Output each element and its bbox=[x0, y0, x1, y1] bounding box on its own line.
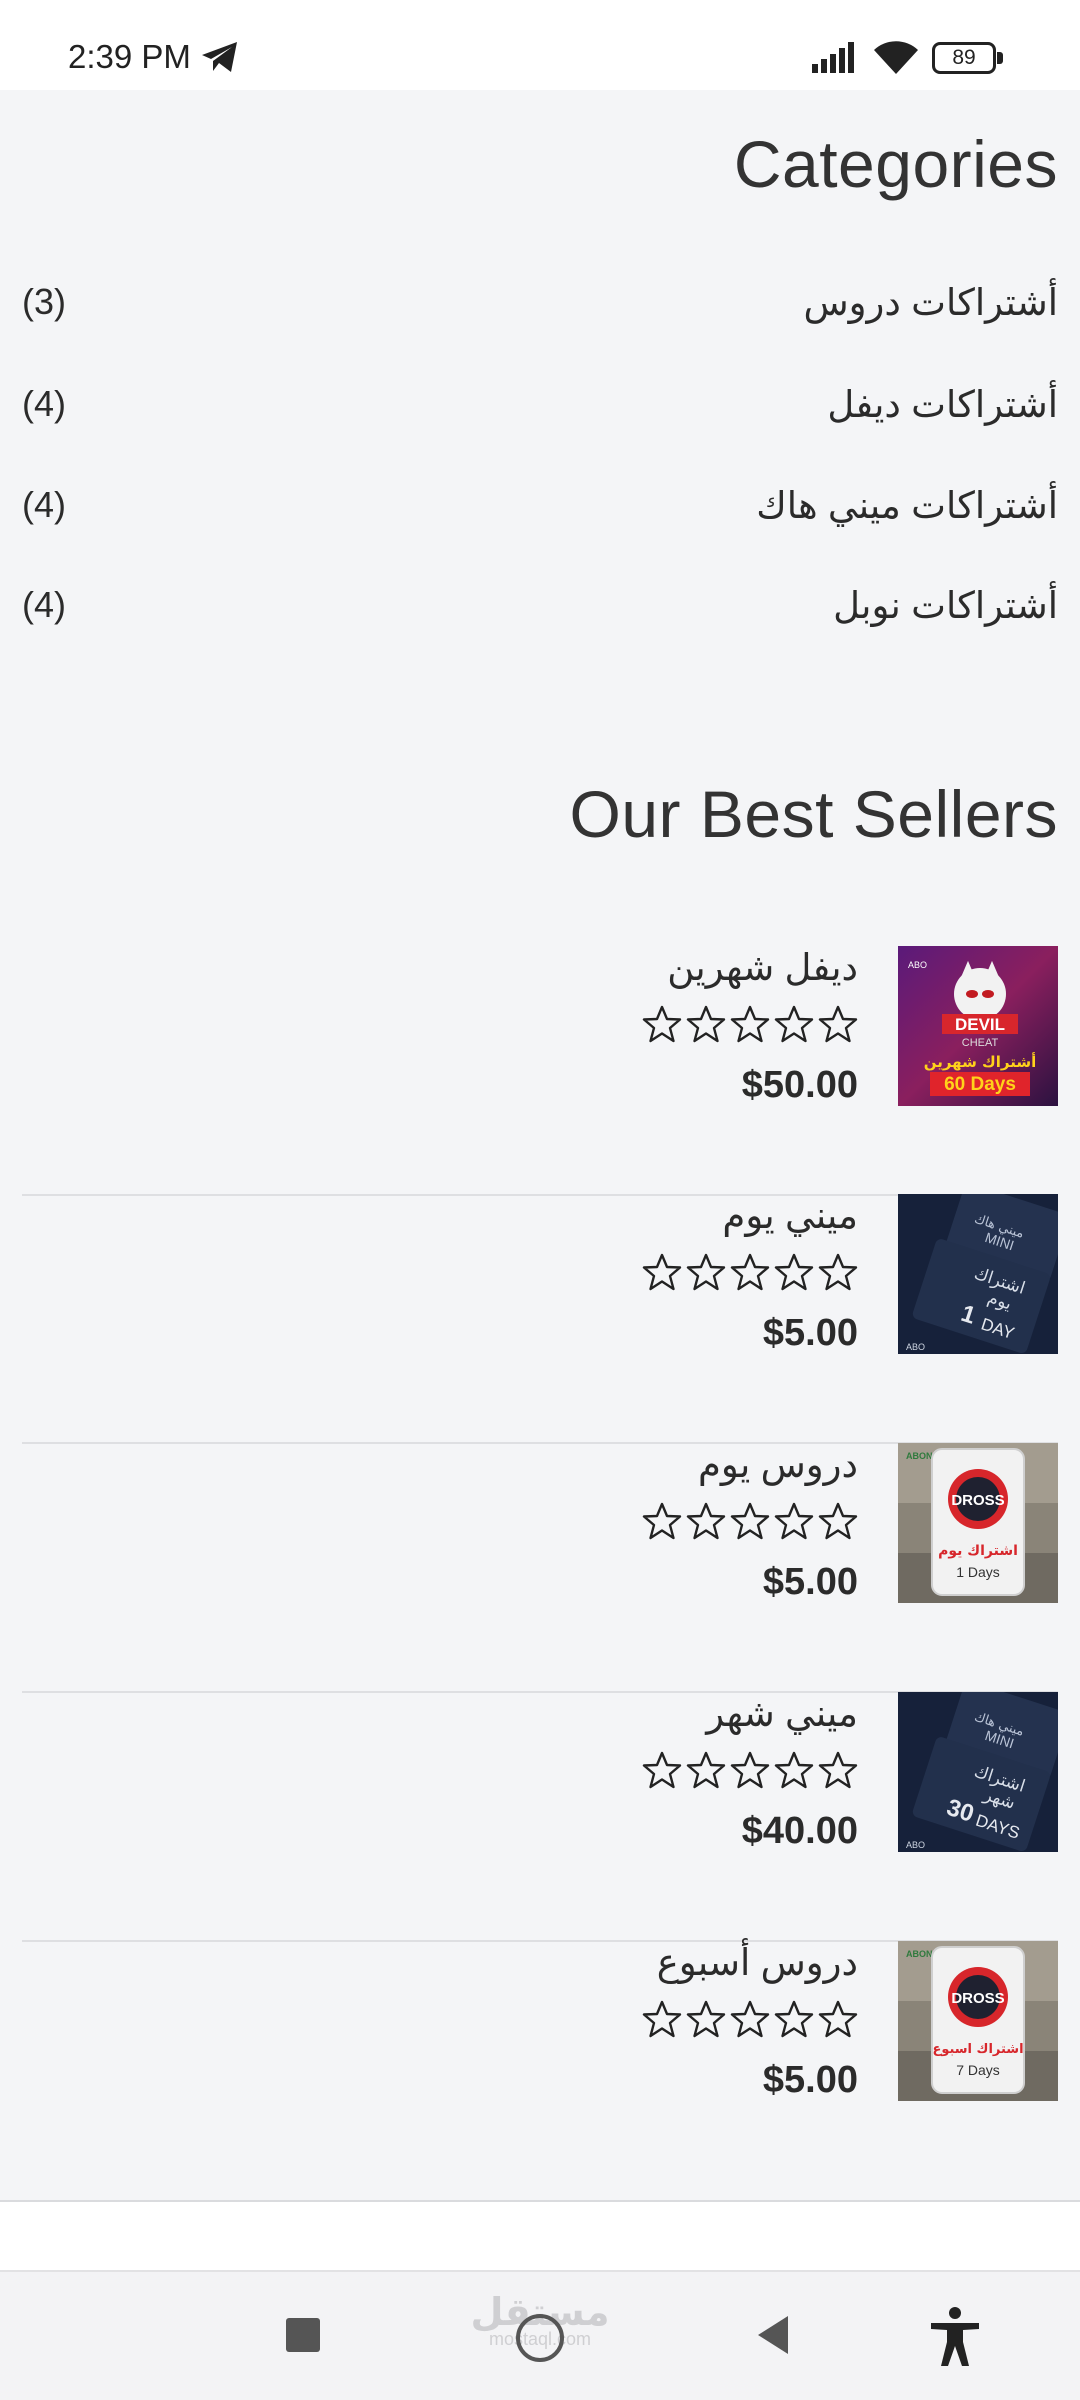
star-outline-icon bbox=[642, 1005, 682, 1043]
product-thumbnail[interactable]: ABO DEVIL CHEAT أشتراك شهرين 60 Days bbox=[898, 946, 1058, 1106]
svg-text:ABO: ABO bbox=[906, 1342, 925, 1352]
category-item[interactable]: أشتراكات نوبل (4) bbox=[22, 584, 1058, 644]
rating-stars bbox=[642, 1501, 858, 1551]
category-item[interactable]: أشتراكات دروس (3) bbox=[22, 281, 1058, 341]
footer-strip bbox=[0, 2202, 1080, 2270]
star-outline-icon bbox=[818, 1005, 858, 1043]
category-name[interactable]: أشتراكات دروس bbox=[803, 281, 1058, 324]
product-name[interactable]: دروس أسبوع bbox=[657, 1941, 858, 1984]
star-outline-icon bbox=[774, 1253, 814, 1291]
star-outline-icon bbox=[730, 1751, 770, 1789]
star-outline-icon bbox=[774, 2000, 814, 2038]
category-name[interactable]: أشتراكات نوبل bbox=[833, 584, 1058, 627]
category-count: (3) bbox=[22, 281, 66, 322]
category-name[interactable]: أشتراكات ميني هاك bbox=[756, 484, 1058, 527]
star-outline-icon bbox=[686, 1751, 726, 1789]
category-count: (4) bbox=[22, 383, 66, 424]
svg-text:DROSS: DROSS bbox=[951, 1990, 1004, 2007]
svg-text:DEVIL: DEVIL bbox=[955, 1015, 1005, 1034]
category-count: (4) bbox=[22, 484, 66, 525]
product-name[interactable]: دروس يوم bbox=[698, 1443, 858, 1486]
star-outline-icon bbox=[686, 2000, 726, 2038]
category-count: (4) bbox=[22, 584, 66, 625]
status-bar: 2:39 PM 89 bbox=[0, 0, 1080, 90]
star-outline-icon bbox=[642, 1502, 682, 1540]
star-outline-icon bbox=[818, 1751, 858, 1789]
telegram-icon bbox=[202, 42, 237, 72]
star-outline-icon bbox=[774, 1502, 814, 1540]
product-price: $5.00 bbox=[762, 2059, 858, 2101]
star-outline-icon bbox=[686, 1005, 726, 1043]
product-name[interactable]: ميني شهر bbox=[706, 1692, 858, 1735]
star-outline-icon bbox=[642, 2000, 682, 2038]
product-item[interactable]: ABO DEVIL CHEAT أشتراك شهرين 60 Days ديف… bbox=[22, 946, 1058, 1196]
product-thumbnail[interactable]: ABONAD DROSS اشتراك اسبوع 7 Days bbox=[898, 1941, 1058, 2101]
product-item[interactable]: ABONAD DROSS اشتراك يوم 1 Days دروس يوم … bbox=[22, 1443, 1058, 1693]
star-outline-icon bbox=[686, 1502, 726, 1540]
rating-stars bbox=[642, 1004, 858, 1054]
svg-text:60 Days: 60 Days bbox=[944, 1074, 1016, 1095]
svg-text:1 Days: 1 Days bbox=[956, 1564, 1000, 1580]
star-outline-icon bbox=[686, 1253, 726, 1291]
product-thumbnail[interactable]: ABONAD DROSS اشتراك يوم 1 Days bbox=[898, 1443, 1058, 1603]
product-price: $50.00 bbox=[741, 1064, 858, 1106]
star-outline-icon bbox=[730, 1253, 770, 1291]
svg-text:اشتراك اسبوع: اشتراك اسبوع bbox=[932, 2042, 1023, 2057]
rating-stars bbox=[642, 1252, 858, 1302]
battery-icon: 89 bbox=[932, 42, 1004, 74]
back-button[interactable] bbox=[752, 2312, 796, 2358]
product-price: $40.00 bbox=[741, 1810, 858, 1852]
rating-stars bbox=[642, 1999, 858, 2049]
svg-text:اشتراك يوم: اشتراك يوم bbox=[938, 1543, 1018, 1559]
home-button[interactable] bbox=[516, 2314, 564, 2362]
star-outline-icon bbox=[730, 2000, 770, 2038]
svg-text:ABO: ABO bbox=[908, 960, 927, 970]
product-item[interactable]: ميني هاك MINI اشتراك يوم 1 DAY ABO ميني … bbox=[22, 1194, 1058, 1444]
star-outline-icon bbox=[818, 2000, 858, 2038]
product-thumbnail[interactable]: ميني هاك MINI اشتراك يوم 1 DAY ABO bbox=[898, 1194, 1058, 1354]
product-name[interactable]: ميني يوم bbox=[722, 1194, 858, 1237]
product-price: $5.00 bbox=[762, 1312, 858, 1354]
category-item[interactable]: أشتراكات ديفل (4) bbox=[22, 383, 1058, 443]
best-sellers-title: Our Best Sellers bbox=[569, 777, 1058, 851]
product-price: $5.00 bbox=[762, 1561, 858, 1603]
svg-text:أشتراك شهرين: أشتراك شهرين bbox=[924, 1052, 1037, 1071]
recents-button[interactable] bbox=[286, 2318, 320, 2352]
accessibility-icon[interactable] bbox=[928, 2306, 982, 2368]
star-outline-icon bbox=[818, 1253, 858, 1291]
product-name[interactable]: ديفل شهرين bbox=[667, 946, 858, 989]
battery-nub bbox=[997, 52, 1003, 64]
product-item[interactable]: ميني هاك MINI اشتراك شهر 30 DAYS ABO مين… bbox=[22, 1692, 1058, 1942]
rating-stars bbox=[642, 1750, 858, 1800]
battery-level: 89 bbox=[952, 46, 976, 69]
svg-text:CHEAT: CHEAT bbox=[962, 1037, 999, 1049]
svg-text:7 Days: 7 Days bbox=[956, 2062, 1000, 2078]
status-time: 2:39 PM bbox=[68, 38, 191, 75]
star-outline-icon bbox=[642, 1253, 682, 1291]
star-outline-icon bbox=[730, 1005, 770, 1043]
star-outline-icon bbox=[730, 1502, 770, 1540]
svg-text:ABO: ABO bbox=[906, 1840, 925, 1850]
star-outline-icon bbox=[642, 1751, 682, 1789]
wifi-icon bbox=[874, 41, 918, 74]
star-outline-icon bbox=[774, 1005, 814, 1043]
star-outline-icon bbox=[774, 1751, 814, 1789]
category-item[interactable]: أشتراكات ميني هاك (4) bbox=[22, 484, 1058, 544]
svg-text:DROSS: DROSS bbox=[951, 1492, 1004, 1509]
star-outline-icon bbox=[818, 1502, 858, 1540]
categories-title: Categories bbox=[733, 127, 1058, 201]
product-thumbnail[interactable]: ميني هاك MINI اشتراك شهر 30 DAYS ABO bbox=[898, 1692, 1058, 1852]
category-name[interactable]: أشتراكات ديفل bbox=[827, 383, 1058, 426]
product-item[interactable]: ABONAD DROSS اشتراك اسبوع 7 Days دروس أس… bbox=[22, 1941, 1058, 2191]
signal-icon bbox=[812, 42, 854, 73]
